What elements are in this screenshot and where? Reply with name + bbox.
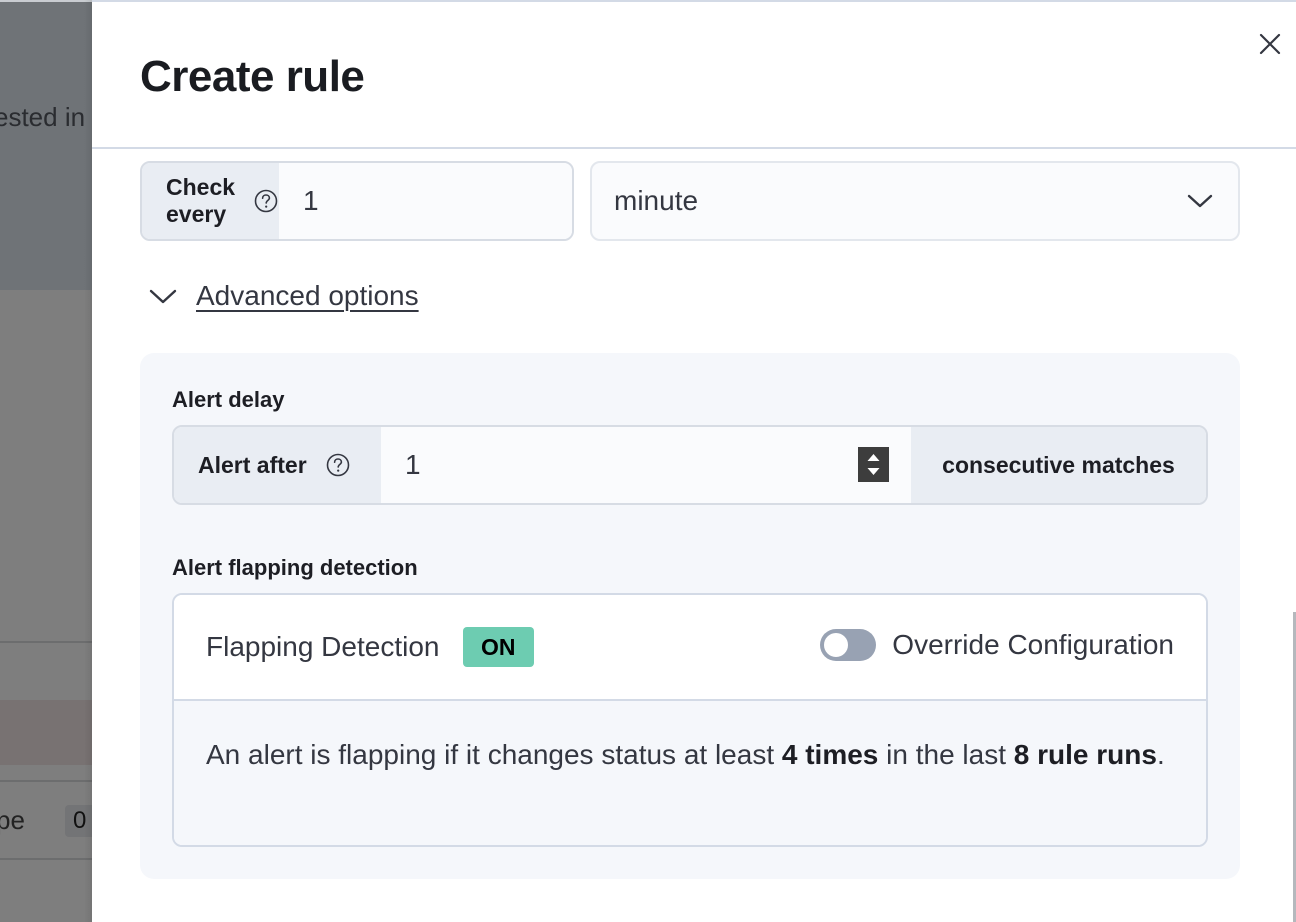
consecutive-matches-append: consecutive matches [911,427,1206,503]
description-text: in the last [878,739,1014,770]
override-configuration-label[interactable]: Override Configuration [892,629,1174,661]
alert-delay-group: Alert after consecu [172,425,1208,505]
interval-unit-select[interactable]: minute [590,161,1240,241]
chevron-down-icon [1187,194,1213,208]
description-text: An alert is flapping if it changes statu… [206,739,782,770]
flyout-header: Create rule [92,2,1296,149]
check-every-group: Check every [140,161,574,241]
rule-run-count: 8 rule runs [1013,739,1157,770]
flapping-detection-panel: Flapping Detection ON Override Configura… [172,593,1208,847]
close-button[interactable] [1256,30,1284,58]
flyout-shadow [84,0,92,922]
check-every-label: Check every [166,174,236,227]
create-rule-flyout: Create rule Check every minute [92,0,1296,922]
advanced-options-label[interactable]: Advanced options [196,280,419,312]
check-interval-input[interactable] [279,163,572,239]
alert-after-prepend: Alert after [174,427,381,503]
background-divider [0,858,92,860]
interval-unit-value: minute [614,185,699,216]
flapping-detection-header: Flapping Detection ON Override Configura… [174,595,1206,701]
alert-delay-label: Alert delay [172,387,285,412]
background-text: ested in [0,102,86,132]
status-change-count: 4 times [781,739,879,770]
check-every-prepend: Check every [142,163,280,239]
number-spinner[interactable] [858,447,889,482]
status-badge: ON [463,627,534,667]
advanced-options-panel: Alert delay Alert after 1 consecutive ma… [140,353,1240,879]
question-circle-icon[interactable] [325,452,351,478]
background-page-overlay: ested in pe 0 [0,0,92,922]
background-header-area [0,0,92,290]
background-divider [0,780,92,782]
close-icon [1259,33,1281,55]
background-divider [0,641,92,643]
override-configuration-control: Override Configuration [820,629,1174,661]
flyout-title: Create rule [140,52,365,101]
override-configuration-switch[interactable] [820,629,877,661]
question-circle-icon[interactable] [253,188,279,214]
alert-after-input[interactable] [381,427,911,503]
alert-after-label: Alert after [198,451,307,478]
switch-knob [822,631,851,659]
chevron-down-icon [149,289,177,304]
advanced-options-toggle[interactable]: Advanced options [148,280,419,312]
alert-after-input-wrap [381,427,911,503]
background-text: pe [0,805,25,835]
flapping-detection-title: Flapping Detection [206,631,440,662]
spinner-arrows-icon [867,454,880,475]
flapping-detection-section-label: Alert flapping detection [172,555,418,580]
background-row-highlight [0,700,92,765]
description-text: . [1156,739,1165,770]
flapping-description: An alert is flapping if it changes statu… [174,701,1206,845]
